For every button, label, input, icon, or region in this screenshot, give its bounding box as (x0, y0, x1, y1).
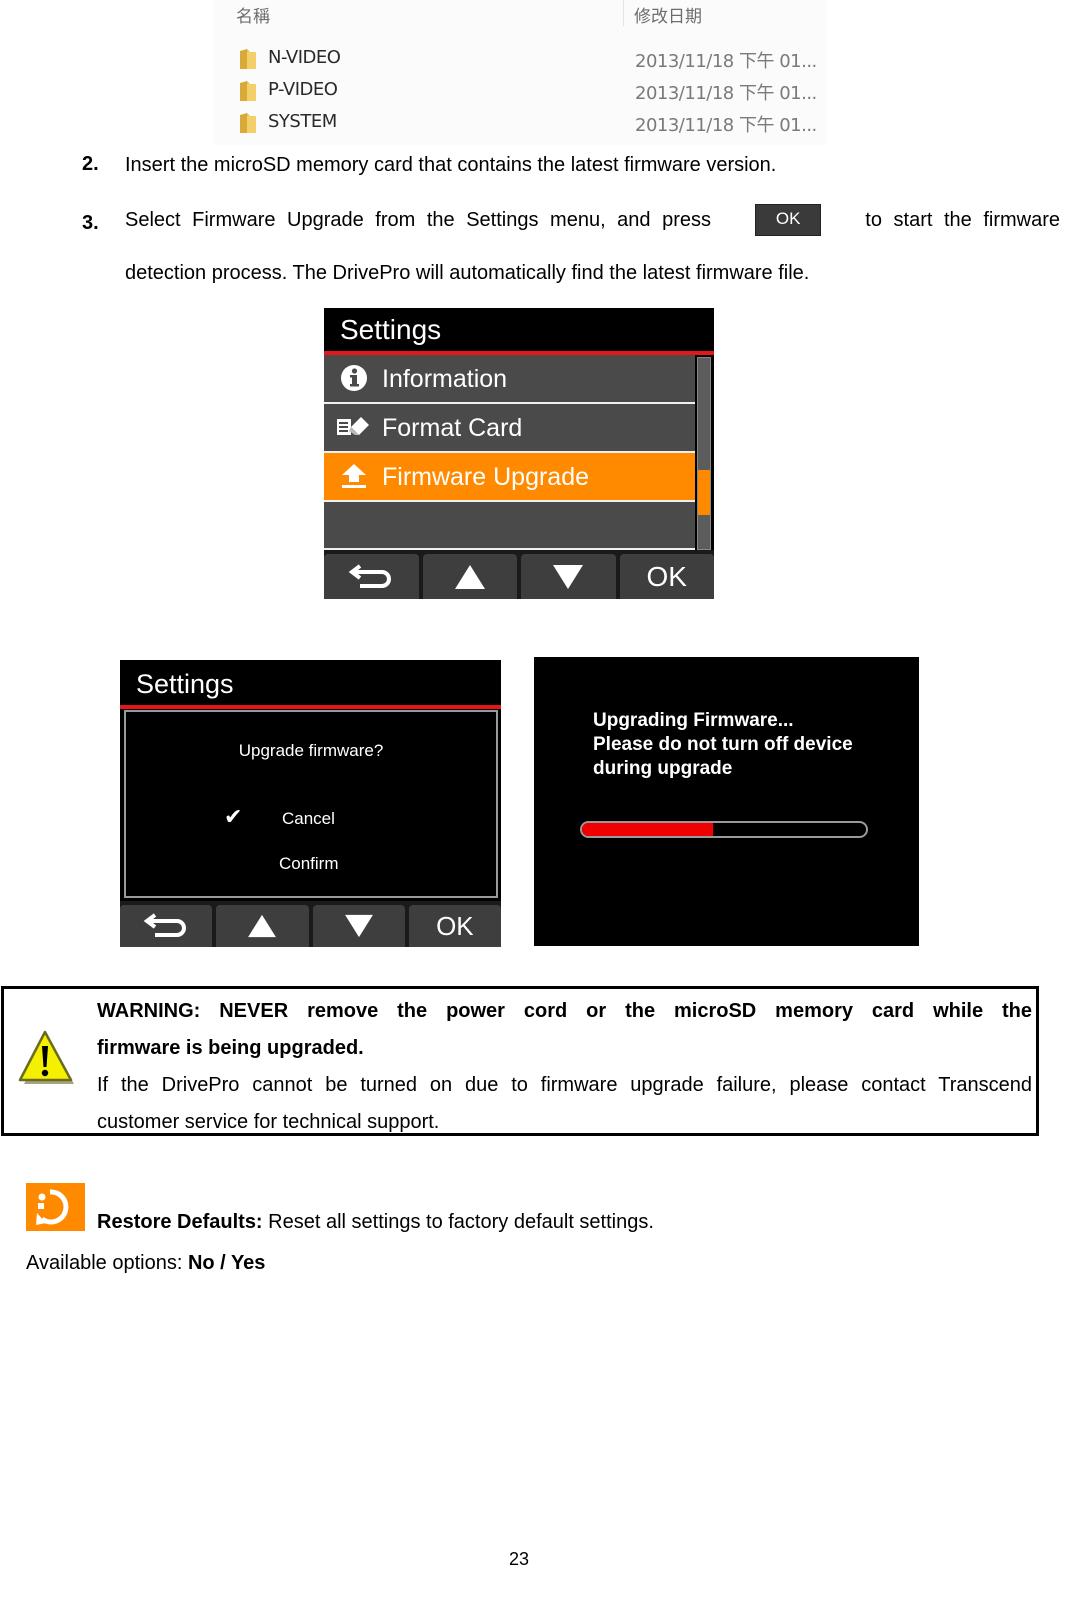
down-button[interactable] (521, 554, 616, 599)
back-icon (348, 563, 392, 588)
folder-icon (240, 113, 256, 133)
upgrading-firmware-screen: Upgrading Firmware... Please do not turn… (534, 657, 919, 946)
settings-menu-screen: Settings Information Format Card Firmwar… (324, 308, 714, 599)
menu-item-label: Firmware Upgrade (382, 463, 590, 491)
back-button[interactable] (120, 905, 213, 947)
menu-item-label: Format Card (382, 414, 523, 442)
upgrade-message: Upgrading Firmware... Please do not turn… (593, 709, 853, 781)
confirm-dialog: Upgrade firmware? ✔ Cancel Confirm (124, 710, 498, 898)
warning-heading-line1: WARNING: NEVER remove the power cord or … (97, 1000, 1032, 1022)
step-text-after: to start the firmware (865, 208, 1060, 231)
screen-titlebar: Settings (120, 660, 501, 706)
restore-defaults-description: Reset all settings to factory default se… (262, 1211, 654, 1233)
menu-item-firmware-upgrade[interactable]: Firmware Upgrade (324, 453, 695, 502)
options-value: No / Yes (187, 1252, 266, 1274)
message-line: Upgrading Firmware... (593, 710, 794, 731)
available-options-line: Available options: No / Yes (26, 1252, 265, 1275)
confirm-upgrade-screen: Settings Upgrade firmware? ✔ Cancel Conf… (120, 660, 501, 947)
menu-item-information[interactable]: Information (324, 355, 695, 404)
hardware-button-bar: OK (324, 550, 714, 599)
restore-icon (36, 1189, 69, 1225)
message-line: during upgrade (593, 758, 733, 779)
menu-item-empty (324, 502, 695, 550)
restore-defaults-line: Restore Defaults: Reset all settings to … (97, 1211, 654, 1234)
step-text: Insert the microSD memory card that cont… (125, 154, 777, 176)
upgrade-progress-bar (580, 821, 868, 838)
check-icon: ✔ (224, 804, 243, 829)
column-header-modified[interactable]: 修改日期 (634, 2, 702, 27)
column-header-name[interactable]: 名稱 (236, 2, 270, 27)
folder-row[interactable]: SYSTEM 2013/11/18 下午 01... (238, 109, 818, 137)
menu-item-format-card[interactable]: Format Card (324, 404, 695, 453)
options-prefix: Available options: (26, 1252, 188, 1274)
warning-body-line1: If the DrivePro cannot be turned on due … (97, 1074, 1032, 1096)
info-icon (341, 365, 367, 391)
ok-label: OK (436, 910, 474, 941)
option-confirm[interactable]: Confirm (279, 854, 339, 874)
down-arrow-icon (553, 564, 584, 589)
scrollbar-thumb[interactable] (698, 470, 710, 515)
folder-row[interactable]: N-VIDEO 2013/11/18 下午 01... (238, 45, 818, 73)
format-card-icon (337, 417, 369, 435)
step-number: 3. (82, 212, 99, 234)
up-arrow-icon (248, 914, 277, 938)
screen-titlebar: Settings (324, 308, 714, 352)
folder-modified-date: 2013/11/18 下午 01... (635, 51, 817, 72)
warning-box: WARNING: NEVER remove the power cord or … (1, 986, 1039, 1136)
ok-button[interactable]: OK (619, 554, 714, 599)
up-button[interactable] (216, 905, 309, 947)
down-arrow-icon (344, 914, 373, 938)
folder-name: SYSTEM (268, 111, 337, 132)
column-separator (623, 0, 624, 26)
dialog-question: Upgrade firmware? (238, 741, 384, 760)
screen-title: Settings (136, 669, 234, 699)
ok-label: OK (646, 560, 687, 592)
ok-button[interactable]: OK (408, 905, 501, 947)
folder-row[interactable]: P-VIDEO 2013/11/18 下午 01... (238, 77, 818, 105)
folder-modified-date: 2013/11/18 下午 01... (635, 83, 817, 104)
step-text-line1: Select Firmware Upgrade from the Setting… (125, 200, 1060, 240)
step-text-line2: detection process. The DrivePro will aut… (125, 262, 810, 284)
folder-icon (240, 49, 256, 69)
step-text-before: Select Firmware Upgrade from the Setting… (125, 208, 712, 231)
step-number: 2. (82, 153, 99, 175)
back-button[interactable] (324, 554, 419, 599)
folder-name: N-VIDEO (268, 47, 341, 68)
up-arrow-icon (454, 564, 485, 589)
restore-defaults-label: Restore Defaults: (97, 1211, 263, 1233)
folder-icon (240, 81, 256, 101)
restore-defaults-icon (26, 1183, 85, 1231)
hardware-button-bar: OK (120, 901, 501, 947)
warning-text: WARNING: NEVER remove the power cord or … (97, 993, 1032, 1141)
down-button[interactable] (312, 905, 405, 947)
menu-item-label: Information (382, 365, 508, 393)
screen-title: Settings (340, 314, 442, 345)
back-icon (143, 913, 187, 937)
up-button[interactable] (422, 554, 517, 599)
title-underline (120, 705, 501, 709)
option-cancel[interactable]: Cancel (282, 809, 335, 829)
warning-icon (18, 1030, 74, 1084)
progress-fill (582, 823, 713, 836)
folder-name: P-VIDEO (268, 79, 338, 100)
warning-heading-line2: firmware is being upgraded. (97, 1037, 364, 1059)
page-number: 23 (508, 1549, 530, 1569)
warning-body-line2: customer service for technical support. (97, 1111, 440, 1133)
message-line: Please do not turn off device (593, 734, 853, 755)
file-explorer-snippet: 名稱 修改日期 N-VIDEO 2013/11/18 下午 01... P-VI… (213, 0, 827, 145)
scrollbar[interactable] (697, 357, 711, 550)
upload-icon (342, 464, 366, 488)
ok-button-inline: OK (755, 204, 822, 236)
folder-modified-date: 2013/11/18 下午 01... (635, 115, 817, 136)
